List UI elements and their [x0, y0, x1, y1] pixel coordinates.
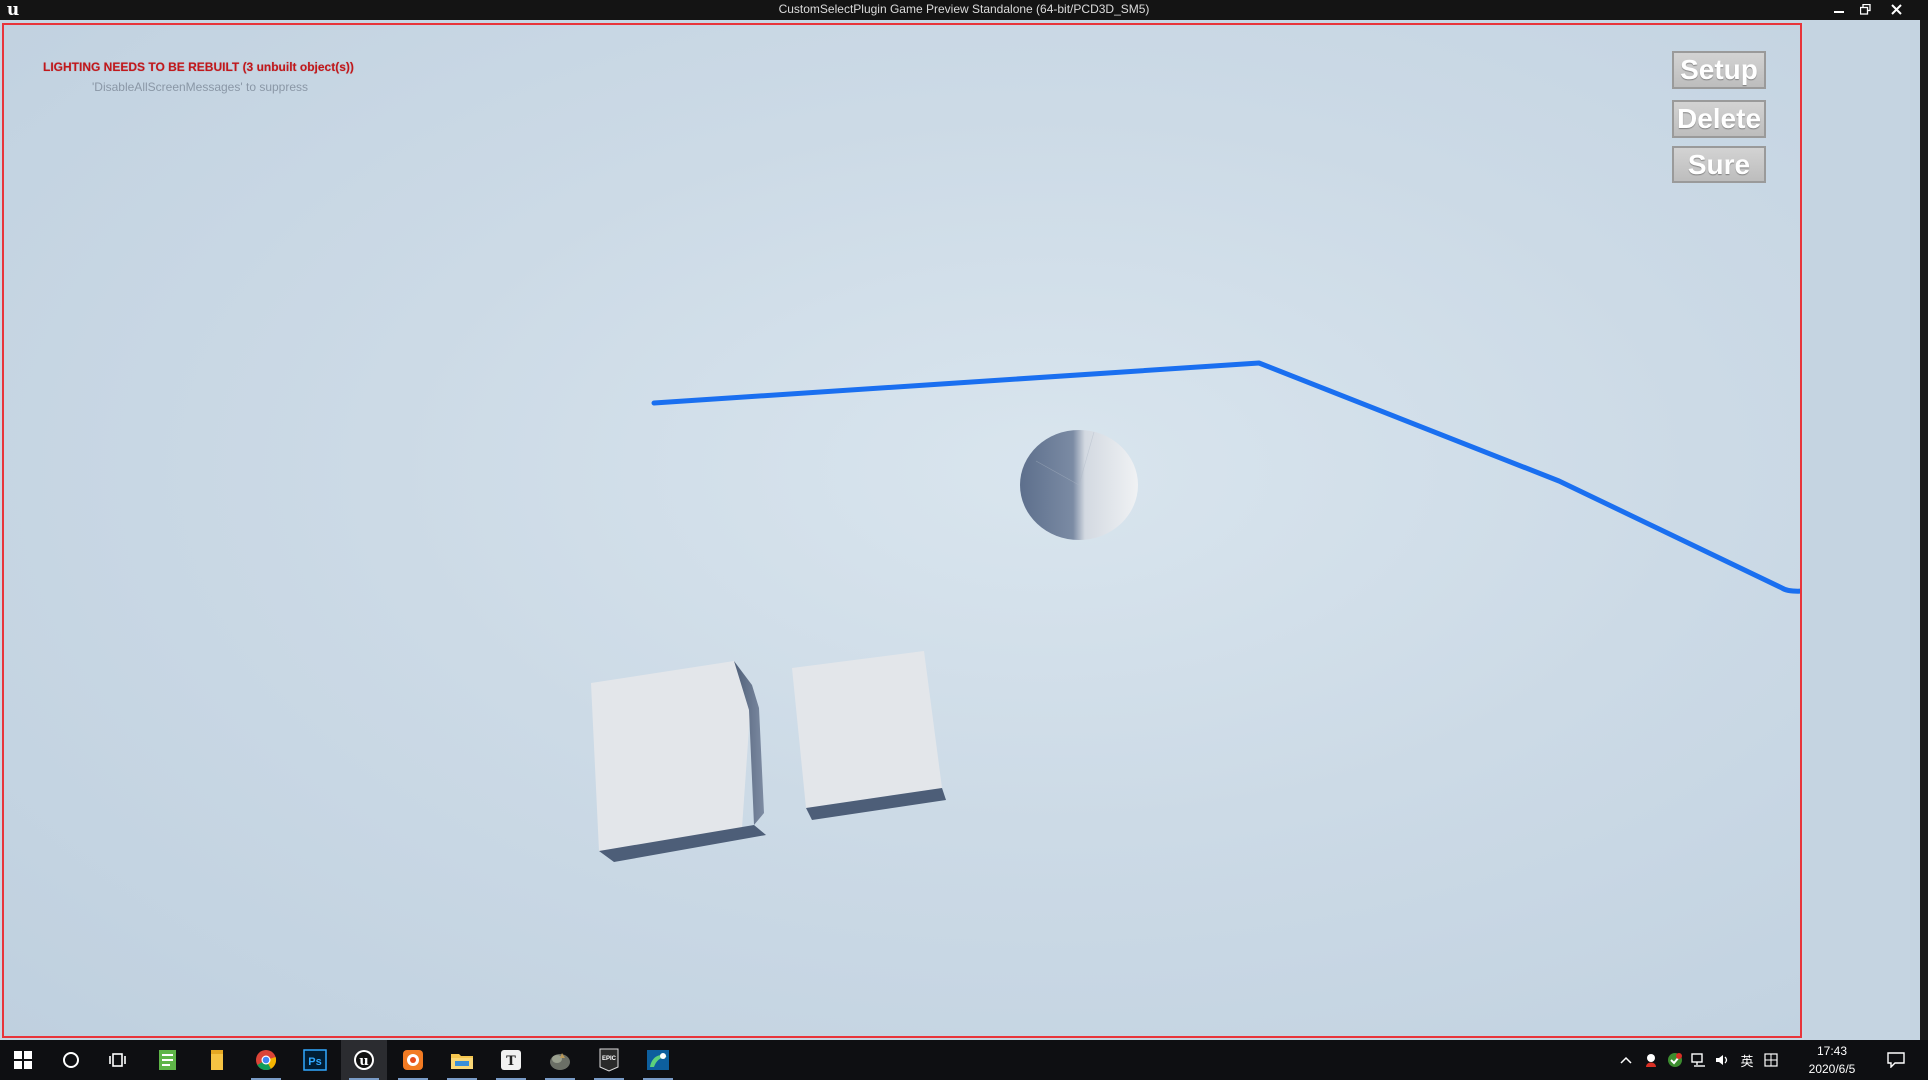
unreal-engine-icon: u — [354, 1050, 374, 1070]
scene-canvas — [591, 360, 1800, 862]
delete-button[interactable]: Delete — [1672, 100, 1766, 138]
svg-text:u: u — [359, 1054, 368, 1069]
security-icon — [1668, 1053, 1682, 1067]
svg-text:Ps: Ps — [308, 1056, 321, 1068]
chevron-up-icon — [1620, 1056, 1632, 1064]
svg-text:T: T — [506, 1054, 516, 1069]
tray-overflow-button[interactable] — [1616, 1040, 1636, 1080]
restore-icon — [1859, 4, 1871, 15]
taskbar-app-notes[interactable] — [194, 1040, 240, 1080]
taskbar-app-explorer[interactable] — [439, 1040, 485, 1080]
taskbar-app-rock[interactable] — [537, 1040, 583, 1080]
tray-app-shield[interactable] — [1664, 1040, 1686, 1080]
search-circle-icon — [63, 1052, 79, 1068]
lighting-warning-message: LIGHTING NEEDS TO BE REBUILT (3 unbuilt … — [43, 60, 354, 74]
viewport-right-margin — [1804, 20, 1928, 1040]
window-title-bar: u CustomSelectPlugin Game Preview Standa… — [0, 0, 1928, 20]
start-button[interactable] — [0, 1040, 46, 1080]
tray-ime[interactable] — [1760, 1040, 1782, 1080]
notepad-icon — [159, 1050, 176, 1070]
tray-network[interactable] — [1688, 1040, 1710, 1080]
sure-button[interactable]: Sure — [1672, 146, 1766, 183]
close-icon — [1890, 4, 1902, 15]
taskbar-app-orange[interactable] — [390, 1040, 436, 1080]
typora-icon: T — [501, 1050, 521, 1070]
chrome-icon — [256, 1050, 277, 1071]
cube-object-left[interactable] — [591, 661, 766, 862]
suppress-hint-message: 'DisableAllScreenMessages' to suppress — [92, 80, 309, 94]
restore-button[interactable] — [1852, 0, 1878, 18]
taskbar-app-epic[interactable]: EPIC — [586, 1040, 632, 1080]
file-explorer-icon — [451, 1054, 473, 1069]
windows-start-icon — [14, 1051, 32, 1069]
taskbar-app-typora[interactable]: T — [488, 1040, 534, 1080]
minimize-icon — [1834, 11, 1844, 13]
antivirus-icon — [1646, 1054, 1656, 1067]
notification-icon — [1887, 1052, 1905, 1068]
clock-date: 2020/6/5 — [1808, 1062, 1856, 1076]
task-view-icon — [109, 1053, 126, 1067]
taskbar-app-notepad[interactable] — [145, 1040, 191, 1080]
action-center-button[interactable] — [1876, 1040, 1916, 1080]
sticky-notes-icon — [211, 1050, 223, 1070]
svg-text:EPIC: EPIC — [602, 1056, 617, 1062]
epic-games-icon: EPIC — [599, 1048, 619, 1072]
network-icon — [1691, 1053, 1705, 1067]
photoshop-icon: Ps — [303, 1049, 327, 1071]
window-title: CustomSelectPlugin Game Preview Standalo… — [778, 2, 1150, 16]
taskbar-clock[interactable]: 17:43 2020/6/5 — [1792, 1042, 1872, 1078]
taskbar-app-photoshop[interactable]: Ps — [292, 1040, 338, 1080]
tray-volume[interactable] — [1712, 1040, 1734, 1080]
task-view-button[interactable] — [96, 1040, 142, 1080]
cube-object-right[interactable] — [792, 651, 946, 820]
app-orange-icon — [403, 1050, 423, 1070]
speaker-icon — [1716, 1055, 1728, 1065]
input-method-grid-icon — [1764, 1053, 1778, 1067]
tray-app-red[interactable] — [1640, 1040, 1662, 1080]
taskbar-app-swirl[interactable] — [635, 1040, 681, 1080]
close-button[interactable] — [1883, 0, 1909, 18]
app-rock-icon — [550, 1053, 570, 1070]
tray-language[interactable]: 英 — [1736, 1040, 1758, 1080]
setup-button[interactable]: Setup — [1672, 51, 1766, 89]
game-viewport[interactable]: LIGHTING NEEDS TO BE REBUILT (3 unbuilt … — [2, 23, 1802, 1038]
windows-taskbar: Ps u T EPIC 英 17:43 2020/6/5 — [0, 1040, 1928, 1080]
window-edge — [1920, 20, 1928, 1040]
taskbar-app-chrome[interactable] — [243, 1040, 289, 1080]
sphere-object[interactable] — [1020, 430, 1138, 540]
spline-path — [651, 360, 1800, 594]
app-swirl-icon — [647, 1050, 669, 1070]
search-button[interactable] — [48, 1040, 94, 1080]
clock-time: 17:43 — [1816, 1044, 1848, 1058]
taskbar-app-unreal[interactable]: u — [341, 1040, 387, 1080]
minimize-button[interactable] — [1826, 0, 1852, 18]
